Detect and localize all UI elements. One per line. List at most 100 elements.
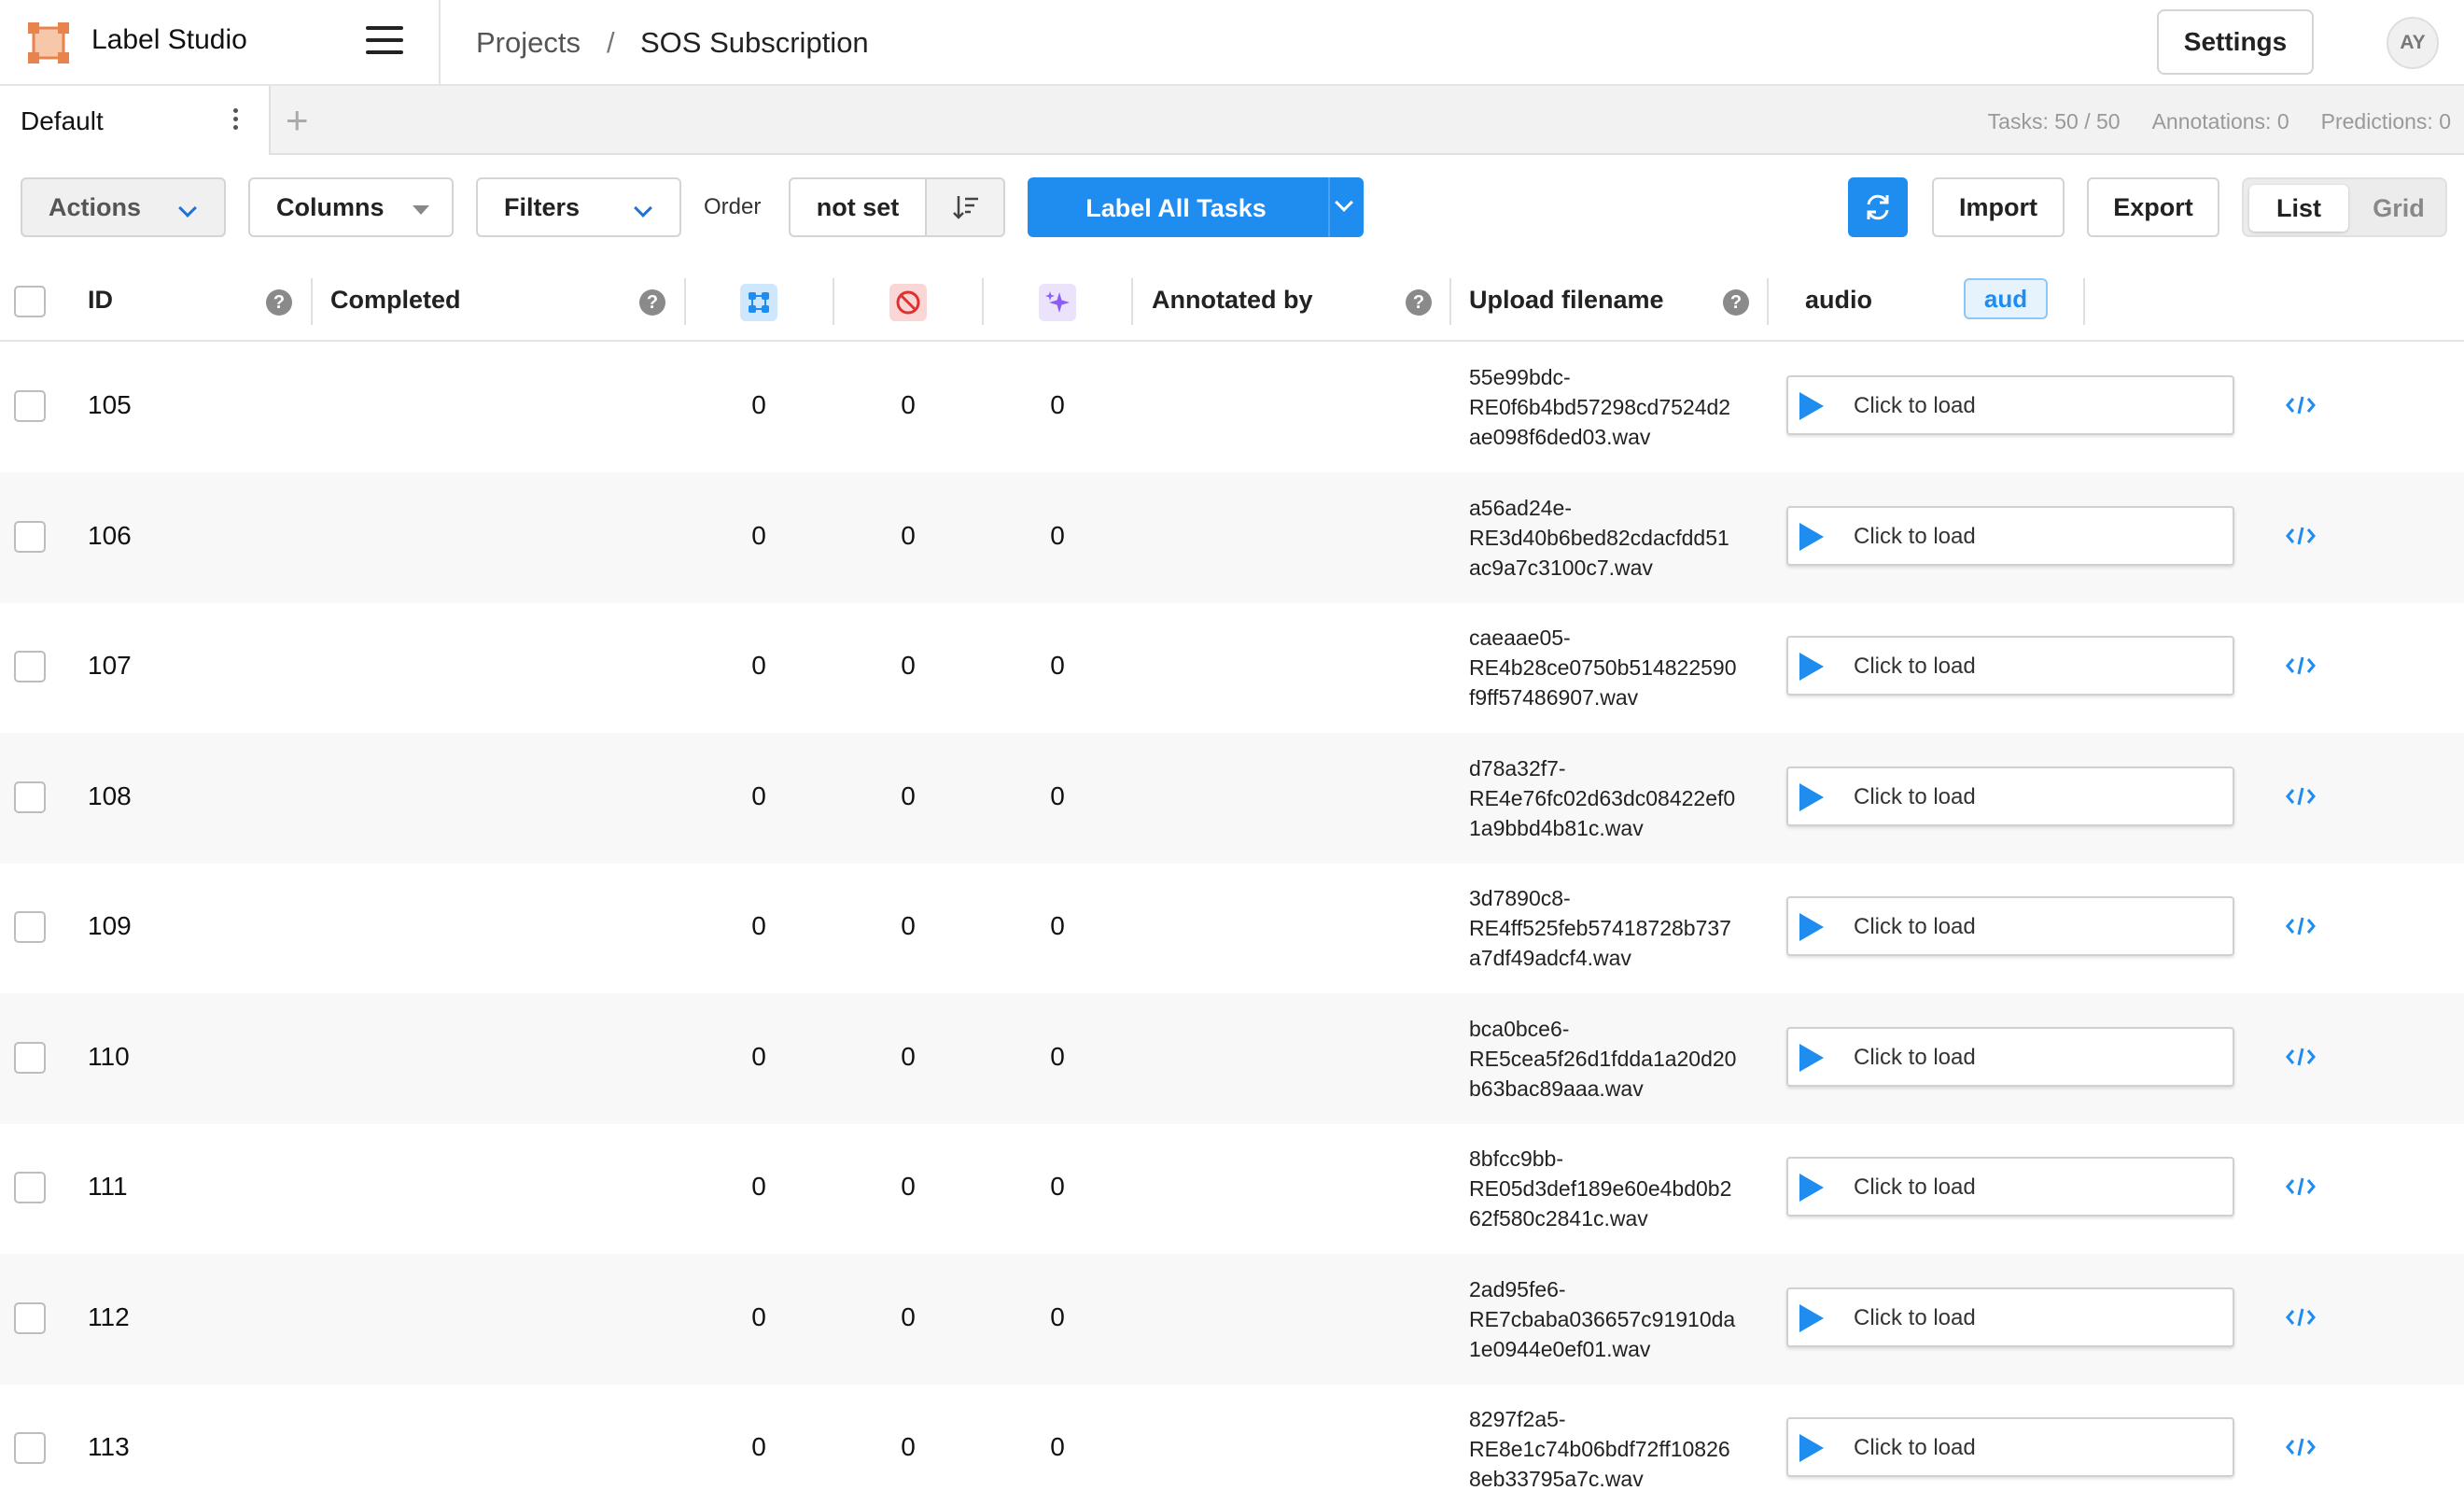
play-icon[interactable]: [1799, 913, 1824, 941]
table-row[interactable]: 109 0 0 0 3d7890c8- RE4ff525feb57418728b…: [0, 863, 2464, 993]
row-checkbox[interactable]: [14, 1302, 46, 1334]
code-icon[interactable]: [2285, 1304, 2317, 1330]
code-icon[interactable]: [2285, 1174, 2317, 1200]
row-checkbox[interactable]: [14, 521, 46, 553]
cell-upload-filename: bca0bce6- RE5cea5f26d1fdda1a20d20 b63bac…: [1469, 1014, 1755, 1104]
play-icon[interactable]: [1799, 1044, 1824, 1072]
column-header-cancelled[interactable]: [889, 284, 927, 321]
breadcrumb-project[interactable]: SOS Subscription: [640, 26, 869, 60]
table-row[interactable]: 113 0 0 0 8297f2a5- RE8e1c74b06bdf72ff10…: [0, 1384, 2464, 1505]
code-icon[interactable]: [2285, 523, 2317, 549]
cell-upload-filename: d78a32f7- RE4e76fc02d63dc08422ef0 1a9bbd…: [1469, 753, 1755, 843]
cell-cancelled-count: 0: [901, 781, 916, 810]
column-header-annotated-by[interactable]: Annotated by: [1152, 286, 1313, 315]
play-icon[interactable]: [1799, 1434, 1824, 1462]
label-studio-logo-icon[interactable]: [26, 21, 71, 65]
play-icon[interactable]: [1799, 1174, 1824, 1202]
menu-icon[interactable]: [366, 26, 403, 60]
column-divider: [684, 278, 686, 325]
audio-type-badge[interactable]: aud: [1964, 278, 2048, 319]
audio-player[interactable]: Click to load: [1786, 1157, 2234, 1217]
play-icon[interactable]: [1799, 1304, 1824, 1332]
row-checkbox[interactable]: [14, 781, 46, 813]
actions-button[interactable]: Actions: [21, 177, 226, 237]
chevron-down-icon[interactable]: [1335, 193, 1353, 212]
cell-id: 111: [88, 1172, 128, 1201]
code-icon[interactable]: [2285, 913, 2317, 939]
order-label: Order: [704, 194, 762, 219]
help-icon[interactable]: ?: [639, 289, 665, 316]
column-header-annotations[interactable]: [740, 284, 777, 321]
table-row[interactable]: 106 0 0 0 a56ad24e- RE3d40b6bed82cdacfdd…: [0, 472, 2464, 603]
refresh-button[interactable]: [1848, 177, 1908, 237]
filename-line: RE8e1c74b06bdf72ff10826: [1469, 1437, 1730, 1461]
cell-annotations-count: 0: [751, 651, 766, 680]
row-checkbox[interactable]: [14, 651, 46, 682]
add-tab-icon[interactable]: +: [286, 99, 309, 142]
play-icon[interactable]: [1799, 392, 1824, 420]
import-button[interactable]: Import: [1932, 177, 2065, 237]
audio-click-to-load: Click to load: [1854, 784, 1976, 809]
filename-line: RE3d40b6bed82cdacfdd51: [1469, 526, 1729, 550]
table-row[interactable]: 105 0 0 0 55e99bdc- RE0f6b4bd57298cd7524…: [0, 342, 2464, 472]
play-icon[interactable]: [1799, 523, 1824, 551]
help-icon[interactable]: ?: [266, 289, 292, 316]
cell-upload-filename: 55e99bdc- RE0f6b4bd57298cd7524d2 ae098f6…: [1469, 362, 1755, 452]
audio-player[interactable]: Click to load: [1786, 506, 2234, 566]
filename-line: b63bac89aaa.wav: [1469, 1076, 1644, 1101]
select-all-checkbox[interactable]: [14, 286, 46, 317]
audio-player[interactable]: Click to load: [1786, 1417, 2234, 1477]
code-icon[interactable]: [2285, 1434, 2317, 1460]
columns-button[interactable]: Columns: [248, 177, 454, 237]
table-row[interactable]: 107 0 0 0 caeaae05- RE4b28ce0750b5148225…: [0, 602, 2464, 733]
tab-default[interactable]: Default: [0, 86, 271, 155]
view-grid-button[interactable]: Grid: [2354, 185, 2443, 232]
column-header-upload-filename[interactable]: Upload filename: [1469, 286, 1664, 315]
filters-button[interactable]: Filters: [476, 177, 681, 237]
code-icon[interactable]: [2285, 392, 2317, 418]
cell-cancelled-count: 0: [901, 1172, 916, 1201]
column-header-id[interactable]: ID: [88, 286, 113, 315]
code-icon[interactable]: [2285, 783, 2317, 809]
table-row[interactable]: 108 0 0 0 d78a32f7- RE4e76fc02d63dc08422…: [0, 733, 2464, 864]
help-icon[interactable]: ?: [1723, 289, 1749, 316]
row-checkbox[interactable]: [14, 1172, 46, 1203]
audio-player[interactable]: Click to load: [1786, 896, 2234, 956]
export-button[interactable]: Export: [2087, 177, 2219, 237]
annotations-count: Annotations: 0: [2151, 109, 2289, 134]
audio-player[interactable]: Click to load: [1786, 375, 2234, 435]
play-icon[interactable]: [1799, 783, 1824, 811]
sort-direction-button[interactable]: [925, 179, 1003, 235]
avatar[interactable]: AY: [2387, 17, 2439, 69]
tab-default-label: Default: [21, 106, 104, 135]
breadcrumb-projects[interactable]: Projects: [476, 26, 581, 60]
audio-player[interactable]: Click to load: [1786, 1287, 2234, 1347]
order-select[interactable]: not set: [791, 179, 925, 235]
column-divider: [1449, 278, 1451, 325]
table-row[interactable]: 112 0 0 0 2ad95fe6- RE7cbaba036657c91910…: [0, 1254, 2464, 1385]
view-list-button[interactable]: List: [2249, 185, 2348, 232]
filters-label: Filters: [504, 192, 581, 221]
table-row[interactable]: 111 0 0 0 8bfcc9bb- RE05d3def189e60e4bd0…: [0, 1123, 2464, 1254]
audio-player[interactable]: Click to load: [1786, 636, 2234, 696]
row-checkbox[interactable]: [14, 1042, 46, 1074]
row-checkbox[interactable]: [14, 911, 46, 943]
column-header-audio[interactable]: audio: [1805, 286, 1872, 315]
help-icon[interactable]: ?: [1406, 289, 1432, 316]
row-checkbox[interactable]: [14, 1432, 46, 1464]
label-all-tasks-button[interactable]: Label All Tasks: [1028, 177, 1364, 237]
audio-click-to-load: Click to load: [1854, 1305, 1976, 1330]
audio-player[interactable]: Click to load: [1786, 1027, 2234, 1087]
code-icon[interactable]: [2285, 653, 2317, 679]
row-checkbox[interactable]: [14, 390, 46, 422]
audio-player[interactable]: Click to load: [1786, 767, 2234, 826]
column-header-completed[interactable]: Completed: [330, 286, 461, 315]
tab-options-icon[interactable]: [230, 108, 241, 134]
settings-button[interactable]: Settings: [2157, 9, 2314, 75]
play-icon[interactable]: [1799, 653, 1824, 681]
cell-upload-filename: 8297f2a5- RE8e1c74b06bdf72ff10826 8eb337…: [1469, 1404, 1755, 1494]
table-row[interactable]: 110 0 0 0 bca0bce6- RE5cea5f26d1fdda1a20…: [0, 993, 2464, 1124]
cell-cancelled-count: 0: [901, 651, 916, 680]
code-icon[interactable]: [2285, 1044, 2317, 1070]
column-header-predictions[interactable]: [1039, 284, 1076, 321]
